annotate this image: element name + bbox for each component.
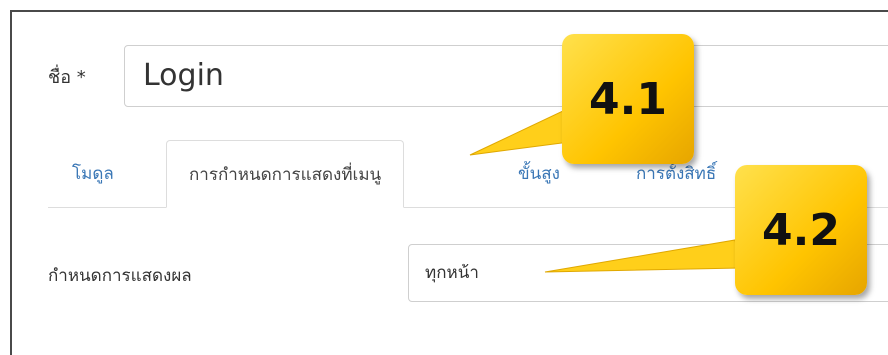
callout-4-1: 4.1: [562, 34, 694, 164]
callout-4-2-text: 4.2: [762, 204, 840, 256]
callout-4-2: 4.2: [735, 165, 867, 295]
callout-4-1-text: 4.1: [589, 73, 667, 125]
callout-pointer-4-2: [544, 239, 741, 273]
